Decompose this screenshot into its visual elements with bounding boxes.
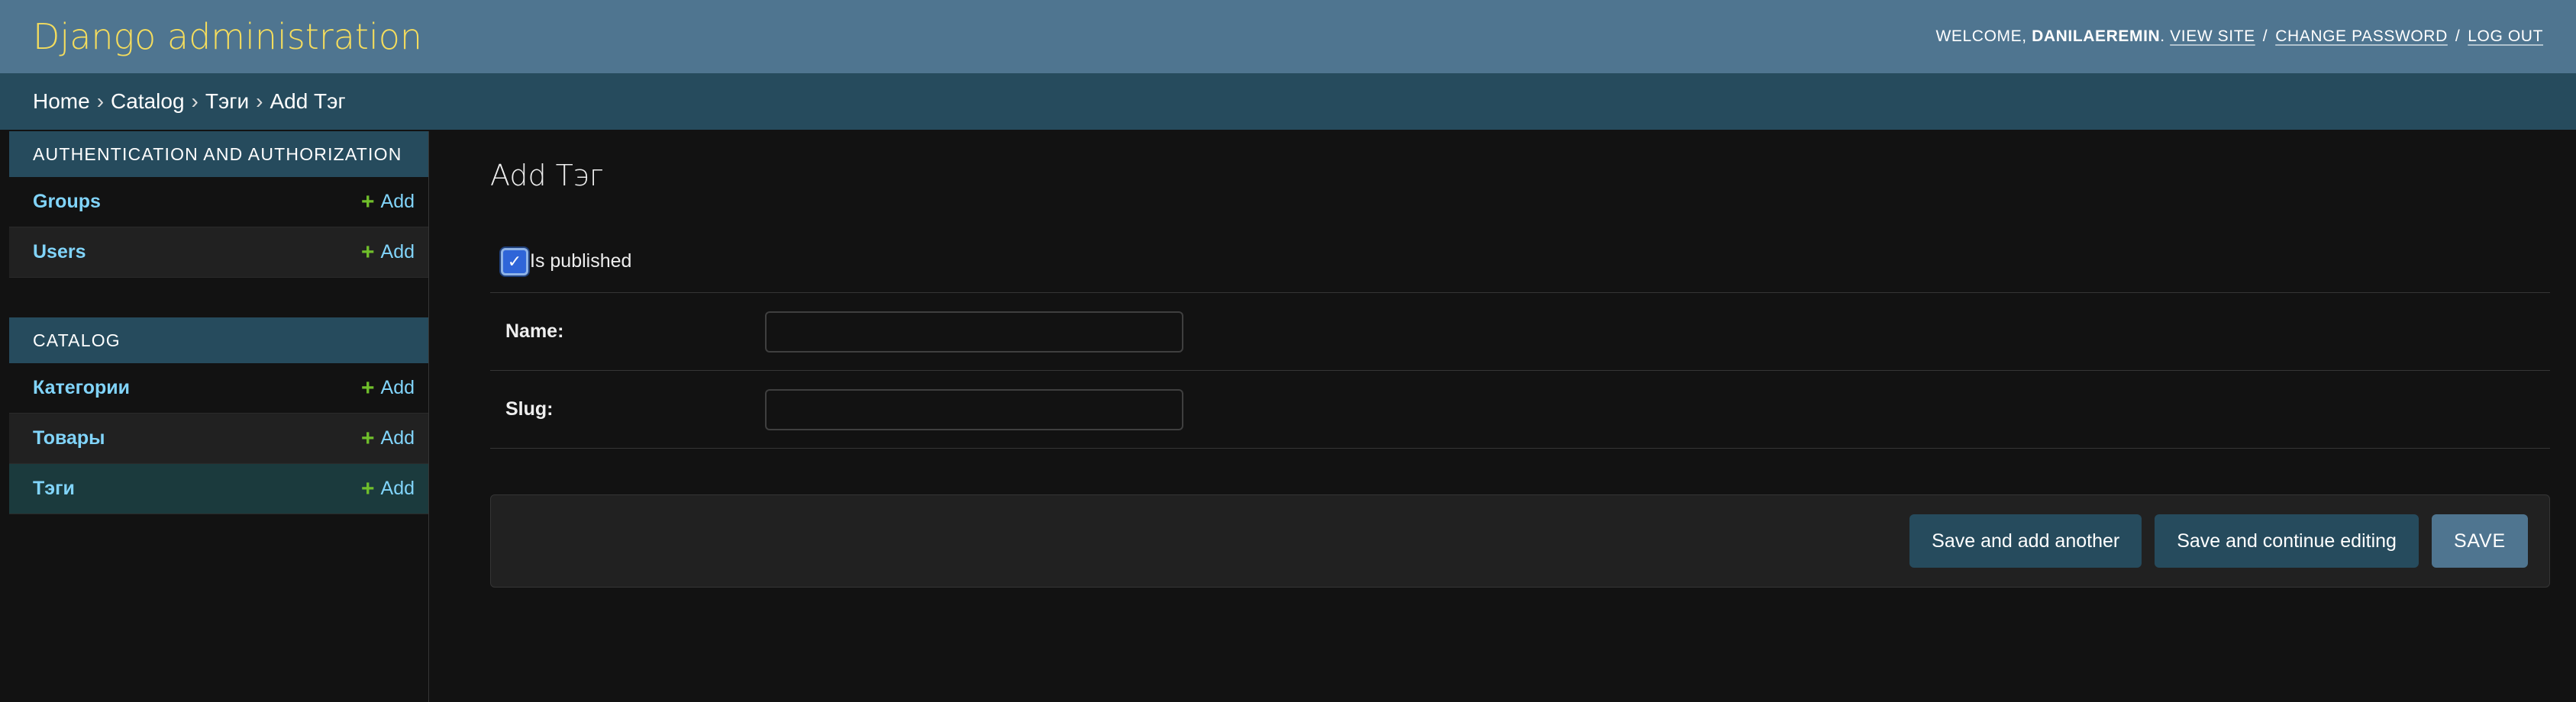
username: DANILAEREMIN (2032, 27, 2161, 45)
sidebar-item-groups: Groups + Add (9, 177, 428, 227)
sidebar-item-tags: Тэги + Add (9, 464, 428, 514)
tag-form: ✓ Is published Name: Slug: (490, 230, 2550, 449)
log-out-link[interactable]: LOG OUT (2468, 27, 2543, 46)
users-add-link[interactable]: + Add (360, 239, 415, 265)
add-label: Add (380, 478, 415, 499)
user-tools: WELCOME, DANILAEREMIN. VIEW SITE / CHANG… (1936, 27, 2544, 46)
tags-add-link[interactable]: + Add (360, 475, 415, 501)
name-input[interactable] (765, 311, 1183, 353)
save-and-add-another-button[interactable]: Save and add another (1909, 514, 2142, 568)
save-and-continue-button[interactable]: Save and continue editing (2155, 514, 2419, 568)
save-button[interactable]: SAVE (2431, 514, 2528, 568)
is-published-label[interactable]: Is published (530, 250, 631, 272)
site-header: Django administration WELCOME, DANILAERE… (0, 0, 2576, 73)
sidebar-item-users: Users + Add (9, 227, 428, 278)
nav-sidebar: AUTHENTICATION AND AUTHORIZATION Groups … (9, 131, 429, 702)
products-add-link[interactable]: + Add (361, 427, 415, 450)
add-label: Add (380, 377, 415, 398)
products-link[interactable]: Товары (33, 427, 105, 449)
module-caption-auth[interactable]: AUTHENTICATION AND AUTHORIZATION (9, 131, 428, 177)
breadcrumb-tags[interactable]: Тэги (205, 89, 249, 114)
module-catalog: CATALOG Категории + Add Товары + Add Тэг… (9, 317, 428, 514)
add-label: Add (380, 191, 415, 212)
categories-link[interactable]: Категории (33, 377, 130, 399)
breadcrumb: Home › Catalog › Тэги › Add Тэг (0, 73, 2576, 130)
slug-label: Slug: (505, 398, 554, 420)
plus-icon: + (360, 188, 375, 214)
plus-icon: + (360, 239, 375, 265)
plus-icon: + (360, 375, 375, 401)
breadcrumb-home[interactable]: Home (33, 89, 90, 114)
user-tools-separator: / (2455, 27, 2461, 45)
name-label: Name: (505, 320, 564, 342)
categories-add-link[interactable]: + Add (360, 375, 415, 401)
module-authentication: AUTHENTICATION AND AUTHORIZATION Groups … (9, 131, 428, 278)
plus-icon: + (360, 475, 375, 501)
username-suffix: . (2160, 27, 2165, 45)
plus-icon: + (360, 425, 375, 451)
slug-input[interactable] (765, 388, 1183, 430)
tags-link[interactable]: Тэги (33, 478, 75, 500)
submit-row: Save and add another Save and continue e… (490, 494, 2550, 588)
form-row-is-published: ✓ Is published (490, 230, 2550, 293)
form-row-slug: Slug: (490, 371, 2550, 449)
groups-add-link[interactable]: + Add (360, 188, 415, 214)
site-branding[interactable]: Django administration (33, 16, 422, 57)
breadcrumb-separator: › (256, 89, 263, 113)
module-caption-catalog[interactable]: CATALOG (9, 317, 428, 363)
add-label: Add (380, 241, 415, 262)
breadcrumb-separator: › (191, 89, 199, 113)
add-label: Add (380, 427, 415, 449)
welcome-text: WELCOME, (1935, 27, 2027, 45)
check-icon: ✓ (507, 251, 522, 271)
view-site-link[interactable]: VIEW SITE (2170, 27, 2255, 46)
users-link[interactable]: Users (33, 241, 86, 263)
groups-link[interactable]: Groups (33, 191, 101, 213)
sidebar-item-categories: Категории + Add (9, 363, 428, 414)
form-row-name: Name: (490, 293, 2550, 371)
user-tools-separator: / (2262, 27, 2268, 45)
breadcrumb-current: Add Тэг (270, 89, 346, 113)
change-password-link[interactable]: CHANGE PASSWORD (2275, 27, 2448, 46)
sidebar-item-products: Товары + Add (9, 414, 428, 464)
page-title: Add Тэг (490, 159, 604, 192)
breadcrumb-separator: › (96, 89, 105, 113)
breadcrumb-catalog[interactable]: Catalog (111, 89, 185, 114)
is-published-checkbox[interactable]: ✓ (501, 247, 528, 275)
